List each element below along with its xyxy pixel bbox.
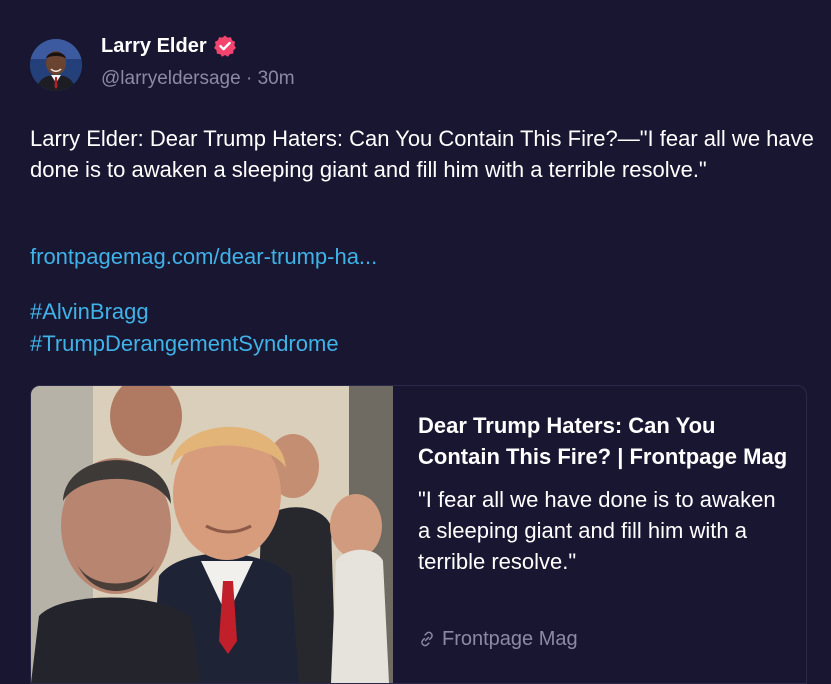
author-display-name[interactable]: Larry Elder [101,33,207,59]
card-source-label: Frontpage Mag [442,628,578,650]
hashtag-trumpderangementsyndrome[interactable]: #TrumpDerangementSyndrome [30,329,339,359]
card-description: "I fear all we have done is to awaken a … [418,487,776,574]
author-name-row: Larry Elder [101,33,237,59]
news-photo[interactable] [31,386,393,683]
author-meta: @larryeldersage · 30m [101,67,295,91]
link-preview-card[interactable]: Dear Trump Haters: Can You Contain This … [30,385,807,684]
card-title[interactable]: Dear Trump Haters: Can You Contain This … [418,410,788,472]
post-time[interactable]: 30m [258,68,295,89]
verified-badge-icon [213,34,237,58]
author-handle[interactable]: @larryeldersage [101,68,241,89]
post-link[interactable]: frontpagemag.com/dear-trump-ha... [30,242,377,272]
meta-separator: · [245,68,253,89]
card-source[interactable]: Frontpage Mag [418,626,578,652]
avatar[interactable] [30,39,82,91]
hashtag-alvinbragg[interactable]: #AlvinBragg [30,297,149,327]
post-text: Larry Elder: Dear Trump Haters: Can You … [30,126,814,182]
card-body: Dear Trump Haters: Can You Contain This … [418,410,788,577]
link-icon [418,630,436,648]
post: Larry Elder @larryeldersage · 30m Larry … [0,0,831,684]
